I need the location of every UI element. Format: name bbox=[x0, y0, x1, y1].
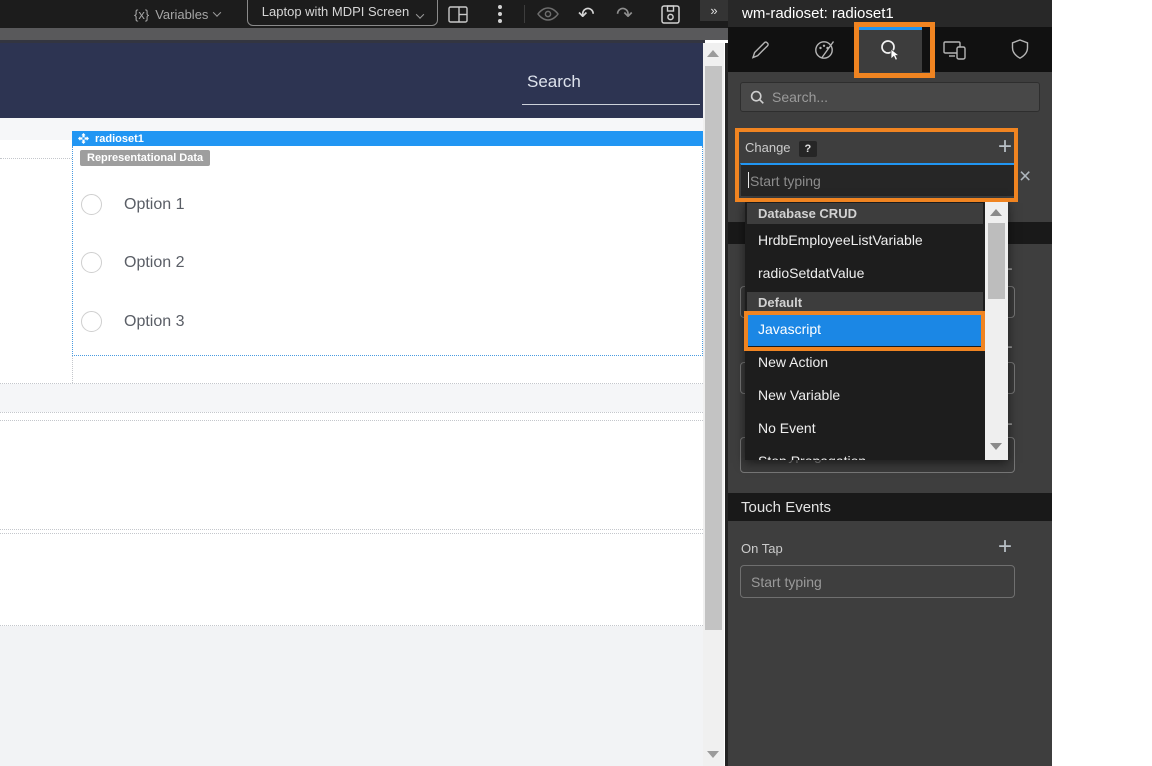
layout-split-button[interactable] bbox=[448, 0, 468, 28]
scroll-up-icon[interactable] bbox=[707, 50, 719, 57]
pencil-icon bbox=[749, 39, 771, 61]
scroll-down-icon[interactable] bbox=[707, 751, 719, 758]
kebab-menu-icon bbox=[498, 5, 502, 23]
dropdown-group-header: Default bbox=[747, 292, 983, 313]
toolbar-separator bbox=[524, 5, 525, 23]
radio-option[interactable]: Option 3 bbox=[81, 311, 184, 332]
scroll-up-icon[interactable] bbox=[990, 209, 1002, 216]
row-guide-line bbox=[0, 420, 703, 421]
add-on-tap-event-button[interactable]: + bbox=[994, 537, 1016, 559]
devices-icon bbox=[942, 39, 968, 61]
app-screen: {x} Variables Laptop with MDPI Screen ↶ bbox=[0, 0, 1152, 766]
toolbar-substrip bbox=[0, 28, 728, 40]
device-selector[interactable]: Laptop with MDPI Screen bbox=[247, 0, 438, 26]
palette-icon bbox=[813, 39, 837, 61]
chevron-down-icon bbox=[213, 8, 221, 16]
radio-button-icon[interactable] bbox=[81, 194, 102, 215]
save-icon bbox=[660, 4, 681, 25]
row-guide-line bbox=[0, 412, 703, 413]
radio-button-icon[interactable] bbox=[81, 252, 102, 273]
shield-icon bbox=[1009, 38, 1031, 62]
more-options-button[interactable] bbox=[498, 0, 502, 28]
layout-split-icon bbox=[448, 6, 468, 23]
touch-events-header: Touch Events bbox=[728, 493, 1052, 521]
radio-option-label: Option 1 bbox=[124, 196, 184, 214]
radio-button-icon[interactable] bbox=[81, 311, 102, 332]
on-tap-input[interactable] bbox=[740, 565, 1015, 598]
touch-events-title: Touch Events bbox=[741, 499, 831, 516]
scrollbar-thumb[interactable] bbox=[988, 223, 1005, 299]
widget-name-label: radioset1 bbox=[95, 133, 144, 145]
row-guide-line bbox=[0, 158, 72, 159]
properties-panel: wm-radioset: radioset1 bbox=[728, 0, 1052, 766]
variables-dropdown[interactable]: {x} Variables bbox=[134, 0, 220, 28]
canvas-bottom-area bbox=[0, 626, 703, 766]
on-tap-label: On Tap bbox=[741, 541, 783, 556]
redo-icon: ↷ bbox=[616, 2, 633, 27]
panel-search[interactable] bbox=[740, 82, 1040, 112]
empty-grid-row bbox=[0, 384, 703, 412]
dropdown-group-header: Database CRUD bbox=[747, 203, 983, 224]
annotation-box-events-tab bbox=[854, 22, 935, 78]
canvas-scrollbar[interactable] bbox=[703, 43, 724, 766]
tab-properties[interactable] bbox=[728, 27, 793, 72]
row-guide-line bbox=[0, 529, 703, 530]
scroll-down-icon[interactable] bbox=[990, 443, 1002, 450]
scrollbar-thumb[interactable] bbox=[705, 66, 722, 630]
page-header bbox=[0, 43, 703, 118]
collapse-panel-button[interactable]: » bbox=[700, 0, 728, 21]
dropdown-item[interactable]: No Event bbox=[745, 412, 985, 445]
page-search-input[interactable] bbox=[522, 67, 700, 105]
panel-search-input[interactable] bbox=[772, 89, 1012, 105]
braces-x-icon: {x} bbox=[134, 7, 149, 22]
undo-button[interactable]: ↶ bbox=[578, 0, 595, 28]
eye-icon bbox=[537, 6, 559, 22]
variables-label: Variables bbox=[155, 7, 208, 22]
redo-button[interactable]: ↷ bbox=[616, 0, 633, 28]
dropdown-item[interactable]: New Variable bbox=[745, 379, 985, 412]
chevron-down-icon bbox=[416, 10, 424, 18]
dropdown-item[interactable]: HrdbEmployeeListVariable bbox=[745, 224, 985, 257]
search-icon bbox=[750, 90, 765, 105]
device-selector-value: Laptop with MDPI Screen bbox=[262, 4, 409, 19]
tab-security[interactable] bbox=[987, 27, 1052, 72]
radio-option-label: Option 2 bbox=[124, 254, 184, 272]
radio-option-label: Option 3 bbox=[124, 313, 184, 331]
dropdown-item[interactable]: Stop Propagation bbox=[745, 445, 985, 460]
preview-button[interactable] bbox=[537, 0, 559, 28]
annotation-box-javascript-item bbox=[744, 311, 985, 351]
annotation-box-change-event bbox=[735, 128, 1018, 202]
dropdown-scrollbar[interactable] bbox=[985, 200, 1008, 460]
double-chevron-right-icon: » bbox=[710, 3, 717, 18]
radio-option[interactable]: Option 1 bbox=[81, 194, 184, 215]
close-icon[interactable]: × bbox=[1019, 165, 1031, 189]
row-guide-line bbox=[0, 533, 703, 534]
radioset-widget[interactable]: radioset1 Representational Data Option 1… bbox=[72, 146, 703, 356]
widget-selection-header[interactable]: radioset1 bbox=[72, 131, 703, 146]
top-toolbar: {x} Variables Laptop with MDPI Screen ↶ bbox=[0, 0, 728, 28]
selected-widget-title: wm-radioset: radioset1 bbox=[742, 5, 894, 22]
representational-data-badge: Representational Data bbox=[80, 150, 210, 166]
column-guide-line bbox=[72, 356, 73, 383]
undo-icon: ↶ bbox=[578, 2, 595, 27]
save-button[interactable] bbox=[660, 0, 681, 28]
tab-styles[interactable] bbox=[793, 27, 858, 72]
design-canvas: radioset1 Representational Data Option 1… bbox=[0, 43, 703, 766]
dropdown-item[interactable]: radioSetdatValue bbox=[745, 257, 985, 290]
radio-option[interactable]: Option 2 bbox=[81, 252, 184, 273]
move-icon[interactable] bbox=[78, 133, 89, 144]
